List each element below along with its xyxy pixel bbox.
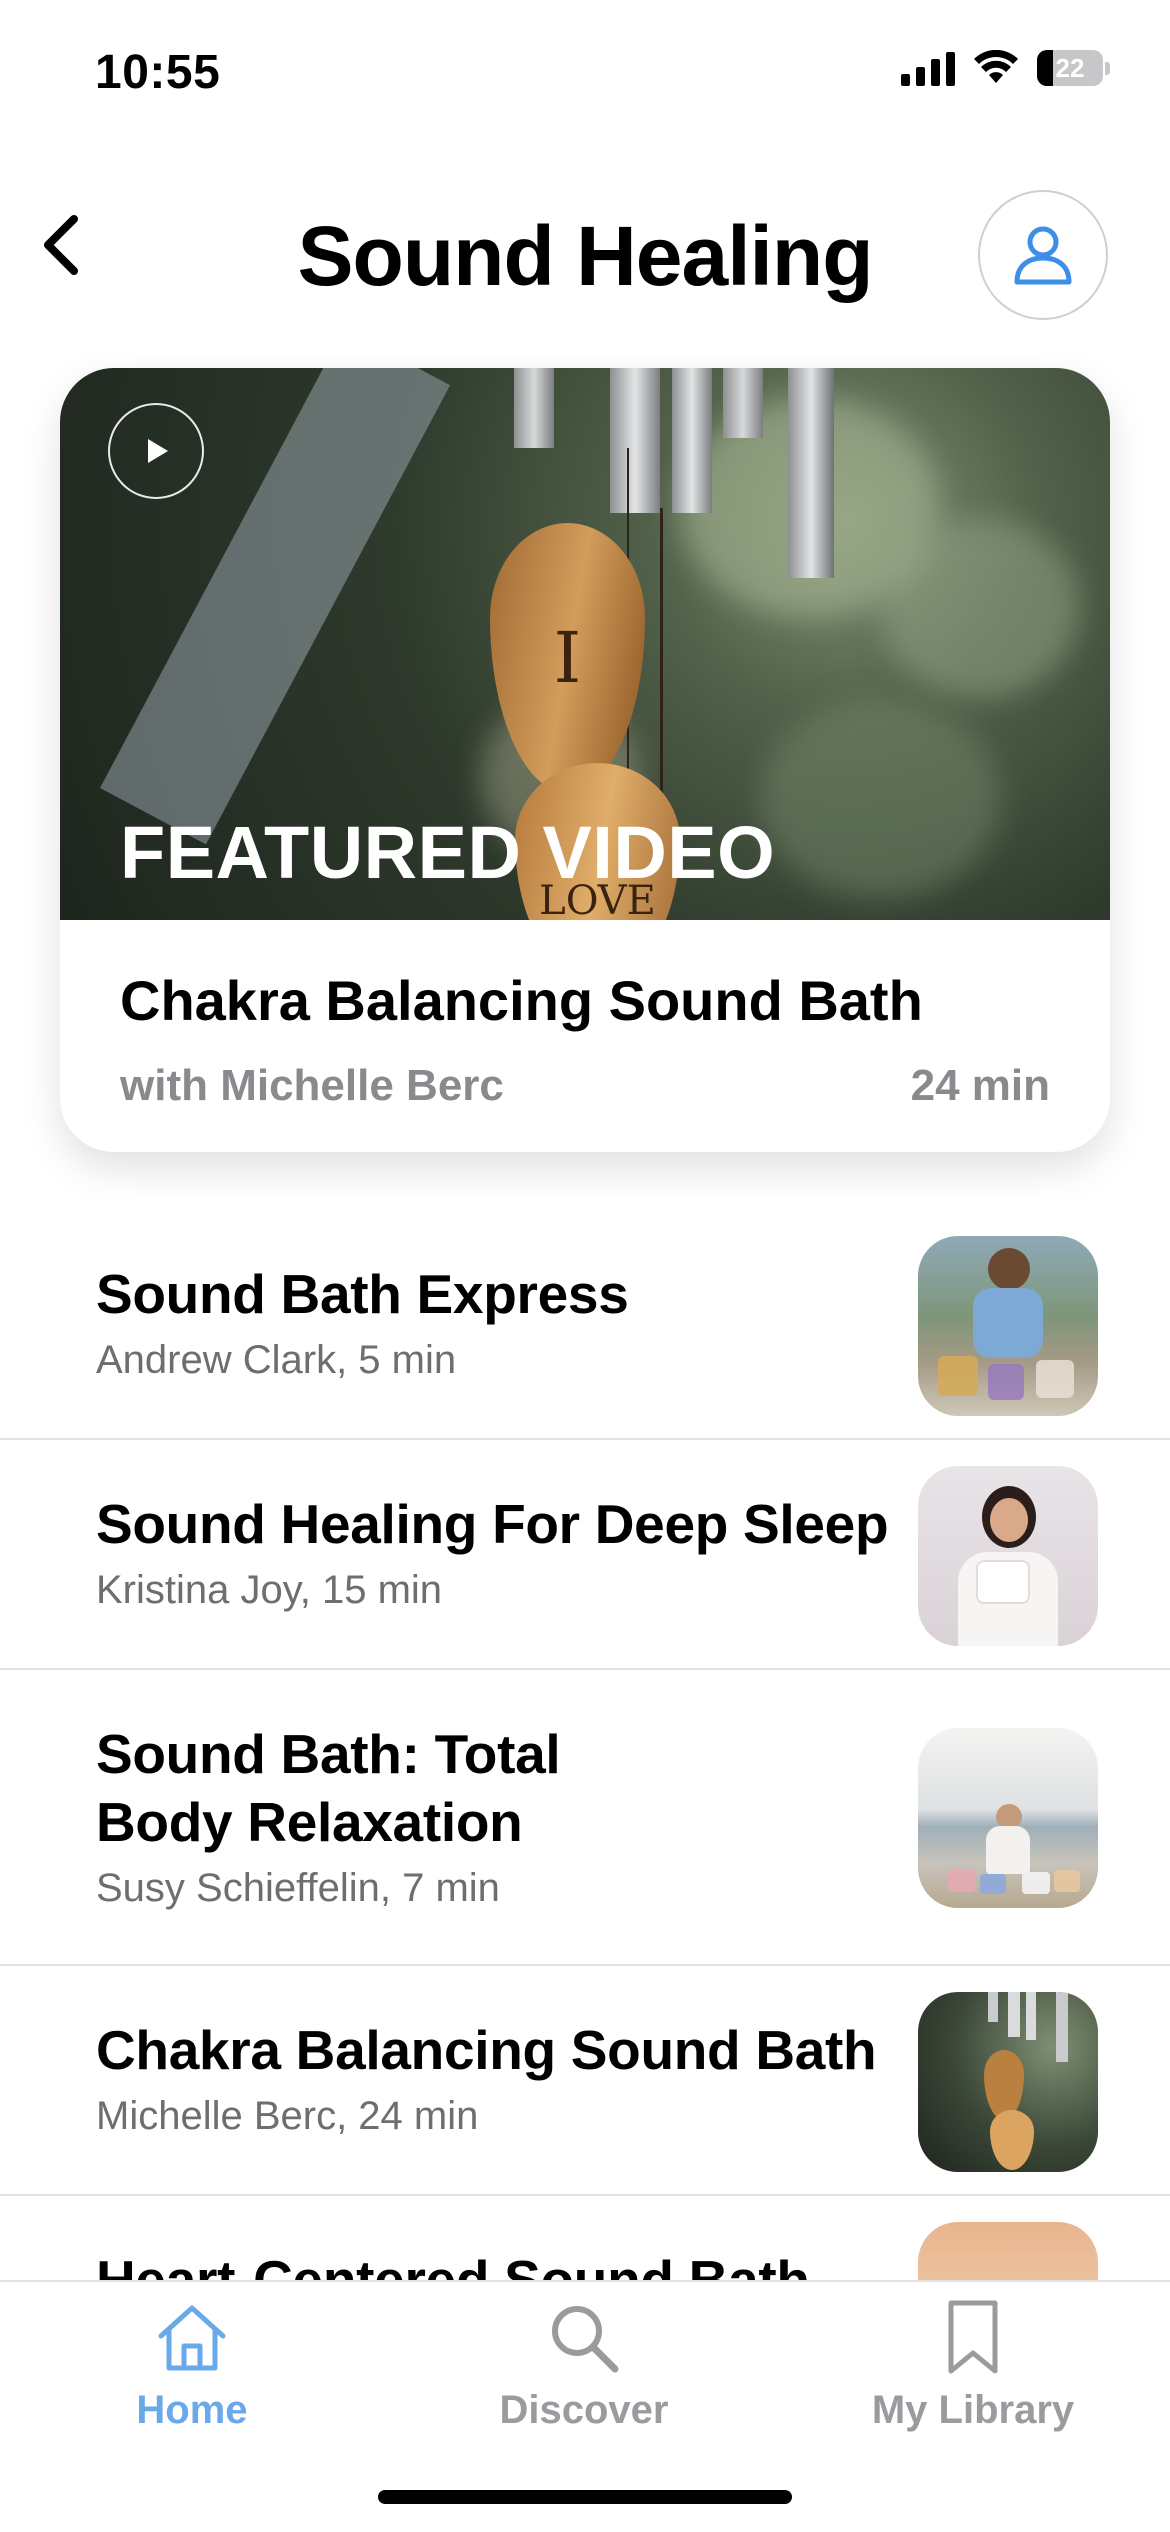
status-icons: 22 bbox=[901, 50, 1110, 86]
session-meta: Susy Schieffelin, 7 min bbox=[96, 1866, 500, 1910]
session-meta: Michelle Berc, 24 min bbox=[96, 2094, 479, 2138]
session-title: Chakra Balancing Sound Bath bbox=[96, 2019, 877, 2081]
session-thumbnail bbox=[918, 1728, 1098, 1908]
session-thumbnail bbox=[918, 1466, 1098, 1646]
featured-video-label: FEATURED VIDEO bbox=[120, 811, 776, 894]
cellular-signal-icon bbox=[901, 50, 955, 86]
bookmark-icon bbox=[948, 2300, 998, 2374]
session-thumbnail bbox=[918, 1236, 1098, 1416]
session-meta: Kristina Joy, 15 min bbox=[96, 1568, 443, 1612]
status-bar: 10:55 22 bbox=[0, 0, 1170, 150]
featured-video-title: Chakra Balancing Sound Bath bbox=[120, 969, 923, 1032]
session-thumbnail bbox=[918, 1992, 1098, 2172]
user-icon bbox=[1014, 226, 1072, 285]
session-title: Sound Healing For Deep Sleep bbox=[96, 1493, 889, 1555]
home-icon bbox=[158, 2305, 226, 2371]
search-icon bbox=[552, 2306, 619, 2373]
tab-discover[interactable]: Discover bbox=[434, 2296, 734, 2433]
session-meta: Andrew Clark, 5 min bbox=[96, 1338, 457, 1382]
featured-video-thumbnail: I LOVE FEATURED VIDEO bbox=[60, 368, 1110, 920]
wifi-icon bbox=[974, 50, 1018, 83]
featured-video-instructor: with Michelle Berc bbox=[120, 1061, 504, 1110]
session-title: Sound Bath: Total Body Relaxation bbox=[96, 1723, 561, 1853]
session-title: Sound Bath Express bbox=[96, 1263, 629, 1325]
profile-button[interactable] bbox=[978, 190, 1108, 320]
home-indicator bbox=[378, 2490, 792, 2504]
tab-my-library[interactable]: My Library bbox=[823, 2296, 1123, 2433]
tab-home-label: Home bbox=[136, 2388, 248, 2432]
featured-video-duration: 24 min bbox=[910, 1061, 1050, 1110]
tab-home[interactable]: Home bbox=[42, 2296, 342, 2433]
tab-my-library-label: My Library bbox=[871, 2388, 1075, 2432]
session-row[interactable]: Sound Bath Express Andrew Clark, 5 min bbox=[0, 1210, 1170, 1440]
session-row[interactable]: Chakra Balancing Sound Bath Michelle Ber… bbox=[0, 1966, 1170, 2196]
tab-discover-label: Discover bbox=[499, 2388, 669, 2432]
play-icon bbox=[148, 439, 168, 463]
status-time: 10:55 bbox=[95, 46, 221, 99]
battery-level: 22 bbox=[1055, 52, 1085, 83]
header: Sound Healing bbox=[0, 170, 1170, 340]
session-row[interactable]: Sound Healing For Deep Sleep Kristina Jo… bbox=[0, 1440, 1170, 1670]
session-list: Sound Bath Express Andrew Clark, 5 min S… bbox=[0, 1210, 1170, 2426]
featured-video-card[interactable]: I LOVE FEATURED VIDEO Chakra Balancing S… bbox=[60, 368, 1110, 1152]
session-row[interactable]: Sound Bath: Total Body Relaxation Susy S… bbox=[0, 1670, 1170, 1966]
play-button[interactable] bbox=[108, 403, 204, 499]
battery-icon: 22 bbox=[1037, 50, 1103, 86]
